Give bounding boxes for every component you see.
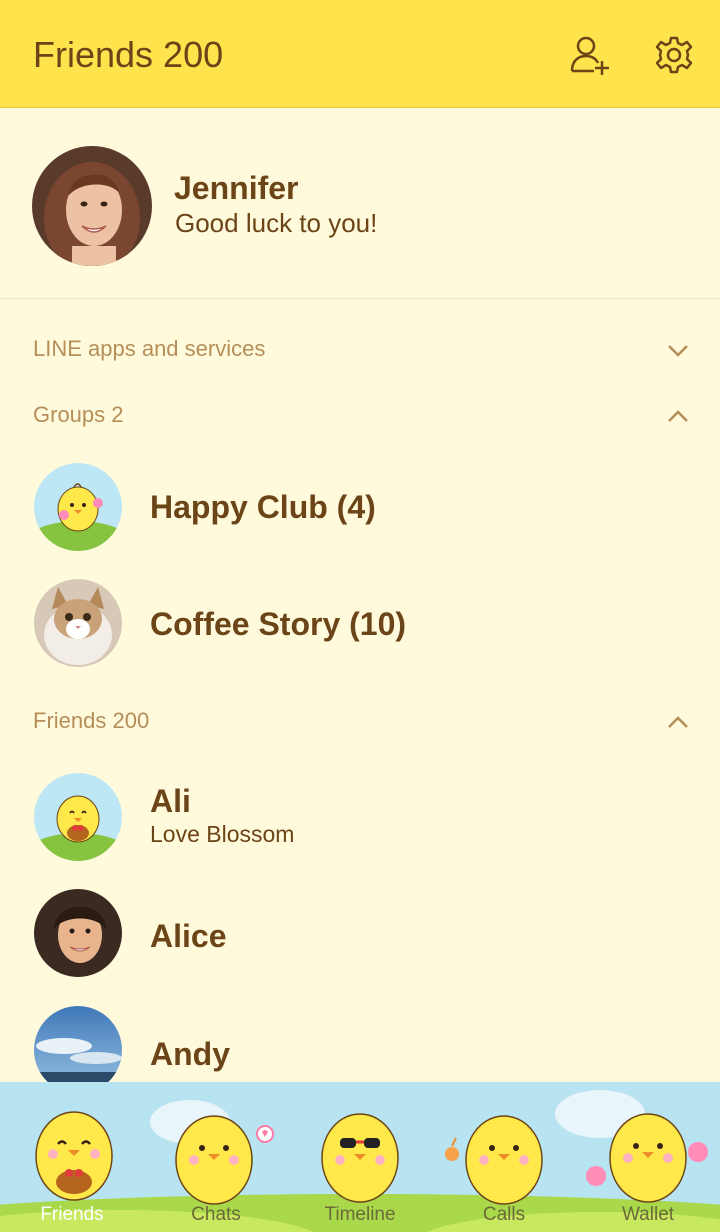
chick-icon [586, 1113, 708, 1203]
friend-name: Ali [150, 783, 191, 819]
friend-row-ali[interactable]: Ali Love Blossom [0, 763, 720, 873]
section-label: Friends 200 [33, 708, 150, 733]
page-title: Friends 200 [33, 34, 224, 75]
profile-status-message: Good luck to you! [175, 208, 378, 238]
tab-label: Wallet [621, 1204, 675, 1225]
my-profile[interactable]: Jennifer Good luck to you! [0, 108, 720, 299]
gear-icon [655, 36, 693, 74]
chick-icon [175, 1115, 274, 1205]
friend-avatar [34, 773, 122, 861]
chick-icon [35, 1111, 113, 1201]
chick-icon [445, 1115, 543, 1205]
friend-status-message: Love Blossom [150, 821, 295, 847]
chick-icon [321, 1113, 399, 1203]
group-row-happy-club[interactable]: Happy Club (4) [0, 453, 720, 563]
tab-timeline[interactable]: Timeline [288, 1082, 432, 1232]
add-friend-button[interactable] [566, 31, 614, 79]
tab-label: Friends [40, 1204, 104, 1225]
profile-name: Jennifer [174, 170, 299, 206]
friend-avatar [34, 889, 122, 977]
chevron-up-icon [668, 410, 688, 422]
add-friend-icon [570, 36, 609, 75]
tab-label: Timeline [324, 1204, 396, 1225]
group-avatar [34, 463, 122, 551]
group-name: Happy Club (4) [150, 489, 376, 525]
tab-calls[interactable]: Calls [432, 1082, 576, 1232]
tab-friends[interactable]: Friends [0, 1082, 144, 1232]
tab-chats[interactable]: Chats [144, 1082, 288, 1232]
friend-name: Andy [150, 1036, 230, 1072]
tab-label: Chats [191, 1204, 241, 1225]
profile-avatar[interactable] [32, 146, 152, 266]
section-header-groups[interactable]: Groups 2 [0, 388, 720, 444]
chevron-down-icon [668, 345, 688, 357]
section-header-services[interactable]: LINE apps and services [0, 322, 720, 378]
app-header: Friends 200 [0, 0, 720, 108]
section-label: Groups 2 [33, 402, 124, 427]
friend-avatar [34, 1006, 122, 1094]
tab-label: Calls [482, 1204, 526, 1225]
friend-name: Alice [150, 918, 227, 954]
group-name: Coffee Story (10) [150, 606, 407, 642]
group-row-coffee-story[interactable]: Coffee Story (10) [0, 570, 720, 680]
section-label: LINE apps and services [33, 336, 266, 361]
tab-wallet[interactable]: Wallet [576, 1082, 720, 1232]
chevron-up-icon [668, 716, 688, 728]
settings-button[interactable] [650, 31, 698, 79]
group-avatar [34, 579, 122, 667]
friend-row-alice[interactable]: Alice [0, 878, 720, 988]
bottom-tab-bar: Friends Chats Timeline Calls Wallet [0, 1082, 720, 1232]
section-header-friends[interactable]: Friends 200 [0, 694, 720, 750]
